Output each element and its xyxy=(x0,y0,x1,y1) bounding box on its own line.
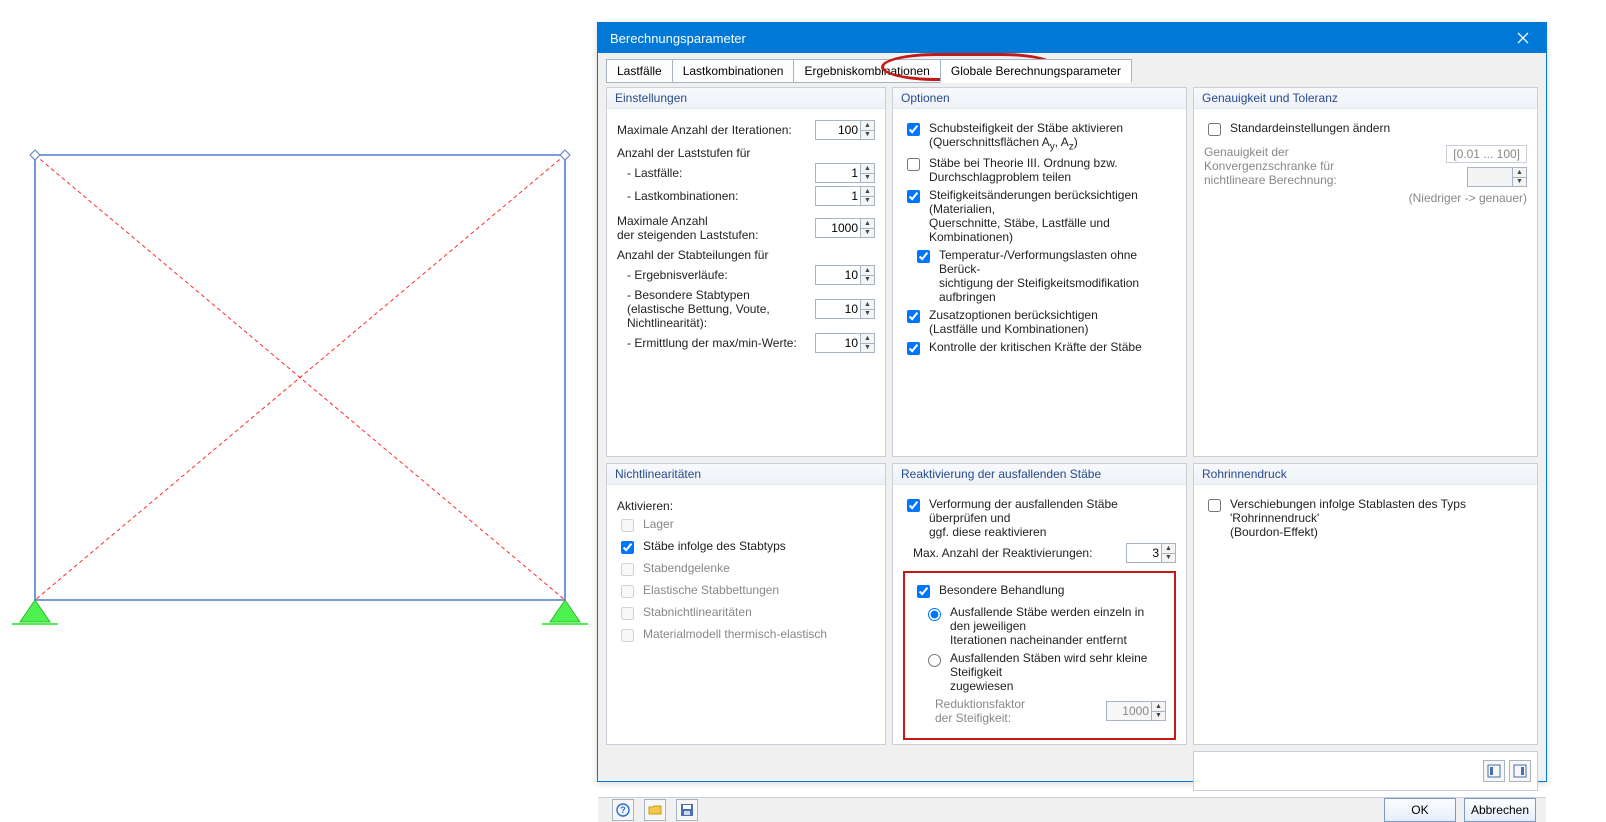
tab-globale-berechnungsparameter[interactable]: Globale Berechnungsparameter xyxy=(940,59,1132,83)
res-spinner[interactable]: ▲▼ xyxy=(815,265,875,285)
cb-shear-stiffness[interactable]: Schubsteifigkeit der Stäbe aktivieren (Q… xyxy=(903,121,1176,152)
dialog-title: Berechnungsparameter xyxy=(610,31,746,46)
open-button[interactable] xyxy=(644,799,666,821)
tab-lastkombinationen[interactable]: Lastkombinationen xyxy=(672,59,795,83)
maxmin-label: - Ermittlung der max/min-Werte: xyxy=(627,336,797,350)
cb-stabendgelenke: Stabendgelenke xyxy=(617,561,875,579)
lk-spinner[interactable]: ▲▼ xyxy=(815,186,875,206)
conv-label: Genauigkeit der Konvergenzschranke für n… xyxy=(1204,145,1337,187)
special-treatment-highlight: Besondere Behandlung Ausfallende Stäbe w… xyxy=(903,571,1176,740)
cb-stabbettungen: Elastische Stabbettungen xyxy=(617,583,875,601)
lf-label: - Lastfälle: xyxy=(627,166,682,180)
cb-lager: Lager xyxy=(617,517,875,535)
group-options-header: Optionen xyxy=(893,88,1186,109)
cb-check-deformation[interactable]: Verformung der ausfallenden Stäbe überpr… xyxy=(903,497,1176,539)
maxreact-label: Max. Anzahl der Reaktivierungen: xyxy=(913,546,1092,560)
lk-label: - Lastkombinationen: xyxy=(627,189,738,203)
reduction-spinner: ▲▼ xyxy=(1106,701,1166,721)
group-extras xyxy=(1193,751,1538,791)
group-settings: Einstellungen Maximale Anzahl der Iterat… xyxy=(606,87,886,457)
conv-range: [0.01 ... 100] xyxy=(1446,145,1527,163)
lf-spinner[interactable]: ▲▼ xyxy=(815,163,875,183)
group-options: Optionen Schubsteifigkeit der Stäbe akti… xyxy=(892,87,1187,457)
rb-small-stiffness[interactable]: Ausfallenden Stäben wird sehr kleine Ste… xyxy=(913,651,1166,693)
structure-diagram xyxy=(0,0,596,794)
cb-stabnichtlinearitaeten: Stabnichtlinearitäten xyxy=(617,605,875,623)
maxmin-spinner[interactable]: ▲▼ xyxy=(815,333,875,353)
help-icon: ? xyxy=(616,803,630,817)
close-button[interactable] xyxy=(1500,23,1546,53)
conv-hint: (Niedriger -> genauer) xyxy=(1204,191,1527,205)
tab-ergebniskombinationen[interactable]: Ergebniskombinationen xyxy=(793,59,940,83)
cancel-button[interactable]: Abbrechen xyxy=(1464,798,1536,822)
ok-button[interactable]: OK xyxy=(1384,798,1456,822)
cb-special-treatment[interactable]: Besondere Behandlung xyxy=(913,583,1166,601)
maxreact-spinner[interactable]: ▲▼ xyxy=(1126,543,1176,563)
activate-label: Aktivieren: xyxy=(617,499,875,513)
group-pipe-pressure-header: Rohrinnendruck xyxy=(1194,464,1537,485)
close-icon xyxy=(1517,32,1529,44)
cb-bourdon-effect[interactable]: Verschiebungen infolge Stablasten des Ty… xyxy=(1204,497,1527,539)
divisions-label: Anzahl der Stabteilungen für xyxy=(617,248,875,262)
cb-stabtyp[interactable]: Stäbe infolge des Stabtyps xyxy=(617,539,875,557)
spin-down-icon[interactable]: ▼ xyxy=(861,131,874,140)
spin-up-icon[interactable]: ▲ xyxy=(861,121,874,131)
spec-spinner[interactable]: ▲▼ xyxy=(815,299,875,319)
group-reactivation: Reaktivierung der ausfallenden Stäbe Ver… xyxy=(892,463,1187,745)
folder-open-icon xyxy=(648,803,662,817)
cb-critical-forces[interactable]: Kontrolle der kritischen Kräfte der Stäb… xyxy=(903,340,1176,358)
rb-remove-individually[interactable]: Ausfallende Stäbe werden einzeln in den … xyxy=(913,605,1166,647)
cb-theory-iii[interactable]: Stäbe bei Theorie III. Ordnung bzw.Durch… xyxy=(903,156,1176,184)
calculation-parameters-dialog: Berechnungsparameter Lastfälle Lastkombi… xyxy=(597,22,1547,782)
help-button[interactable]: ? xyxy=(612,799,634,821)
save-button[interactable] xyxy=(676,799,698,821)
cb-temperature-loads[interactable]: Temperatur-/Verformungslasten ohne Berüc… xyxy=(903,248,1176,304)
group-settings-header: Einstellungen xyxy=(607,88,885,109)
max-inc-label: Maximale Anzahl der steigenden Laststufe… xyxy=(617,214,758,242)
extras-button-1[interactable] xyxy=(1483,760,1505,782)
cb-change-defaults[interactable]: Standardeinstellungen ändern xyxy=(1204,121,1527,139)
save-icon xyxy=(680,803,694,817)
group-accuracy: Genauigkeit und Toleranz Standardeinstel… xyxy=(1193,87,1538,457)
group-reactivation-header: Reaktivierung der ausfallenden Stäbe xyxy=(893,464,1186,485)
settings-a-icon xyxy=(1487,764,1501,778)
cb-extra-options[interactable]: Zusatzoptionen berücksichtigen(Lastfälle… xyxy=(903,308,1176,336)
res-label: - Ergebnisverläufe: xyxy=(627,268,728,282)
svg-text:?: ? xyxy=(620,805,626,815)
tab-lastfaelle[interactable]: Lastfälle xyxy=(606,59,673,83)
reduction-label: Reduktionsfaktorder Steifigkeit: xyxy=(935,697,1025,725)
dialog-body: Einstellungen Maximale Anzahl der Iterat… xyxy=(598,83,1546,797)
dialog-footer: ? OK Abbrechen xyxy=(598,797,1546,822)
group-pipe-pressure: Rohrinnendruck Verschiebungen infolge St… xyxy=(1193,463,1538,745)
settings-b-icon xyxy=(1513,764,1527,778)
cb-stiffness-changes[interactable]: Steifigkeitsänderungen berücksichtigen (… xyxy=(903,188,1176,244)
group-nonlinearities: Nichtlinearitäten Aktivieren: Lager Stäb… xyxy=(606,463,886,745)
cb-material-thermisch: Materialmodell thermisch-elastisch xyxy=(617,627,875,645)
dialog-titlebar: Berechnungsparameter xyxy=(598,23,1546,53)
tab-strip: Lastfälle Lastkombinationen Ergebniskomb… xyxy=(598,53,1546,83)
extras-button-2[interactable] xyxy=(1509,760,1531,782)
max-iter-spinner[interactable]: ▲▼ xyxy=(815,120,875,140)
spec-label: - Besondere Stabtypen (elastische Bettun… xyxy=(627,288,770,330)
loadsteps-label: Anzahl der Laststufen für xyxy=(617,146,875,160)
conv-spinner: ▲▼ xyxy=(1467,167,1527,187)
group-accuracy-header: Genauigkeit und Toleranz xyxy=(1194,88,1537,109)
group-nonlinearities-header: Nichtlinearitäten xyxy=(607,464,885,485)
max-inc-spinner[interactable]: ▲▼ xyxy=(815,218,875,238)
max-iter-label: Maximale Anzahl der Iterationen: xyxy=(617,123,792,137)
